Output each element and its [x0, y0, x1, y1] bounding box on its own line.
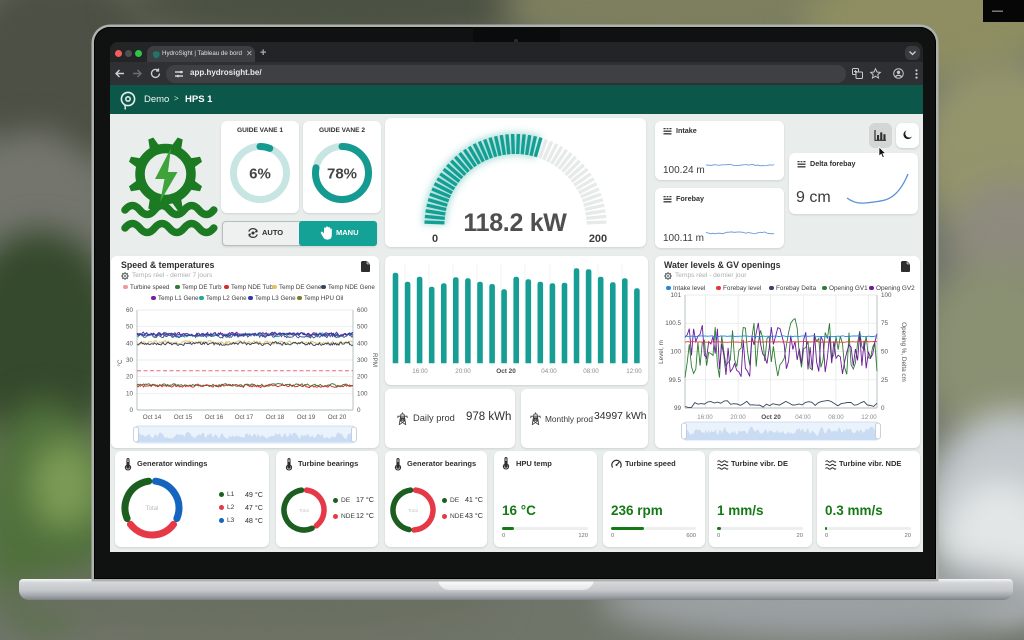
svg-text:200: 200	[589, 233, 607, 245]
svg-text:75: 75	[881, 320, 889, 327]
svg-text:99: 99	[674, 405, 682, 412]
svg-text:50: 50	[126, 324, 134, 331]
svg-text:Oct 20: Oct 20	[761, 414, 781, 421]
svg-text:78%: 78%	[327, 166, 357, 183]
svg-text:Total: Total	[299, 508, 309, 513]
svg-text:Oct 20: Oct 20	[496, 368, 516, 375]
svg-text:20:00: 20:00	[730, 414, 746, 421]
svg-text:12:00: 12:00	[626, 368, 642, 375]
svg-text:99.5: 99.5	[669, 377, 682, 384]
svg-text:100: 100	[881, 292, 892, 299]
svg-text:08:00: 08:00	[583, 368, 599, 375]
svg-text:100.5: 100.5	[665, 320, 681, 327]
svg-text:50: 50	[881, 349, 889, 356]
svg-text:500: 500	[357, 324, 368, 331]
svg-text:25: 25	[881, 377, 889, 384]
svg-text:Oct 17: Oct 17	[235, 414, 254, 421]
svg-text:20:00: 20:00	[455, 368, 471, 375]
svg-text:300: 300	[357, 357, 368, 364]
svg-text:101: 101	[670, 292, 681, 299]
svg-text:Oct 14: Oct 14	[143, 414, 162, 421]
svg-text:400: 400	[357, 340, 368, 347]
svg-text:6%: 6%	[249, 166, 271, 183]
svg-text:60: 60	[126, 307, 134, 314]
svg-text:10: 10	[126, 390, 134, 397]
svg-text:Opening %, Delta cm: Opening %, Delta cm	[900, 322, 907, 382]
svg-text:RPM: RPM	[371, 353, 378, 367]
svg-text:0: 0	[432, 233, 438, 245]
svg-text:100: 100	[357, 390, 368, 397]
svg-text:16:00: 16:00	[697, 414, 713, 421]
svg-text:20: 20	[126, 374, 134, 381]
svg-text:08:00: 08:00	[828, 414, 844, 421]
svg-text:100: 100	[670, 349, 681, 356]
svg-text:Total: Total	[146, 506, 159, 512]
svg-text:04:00: 04:00	[541, 368, 557, 375]
svg-text:°C: °C	[116, 359, 124, 367]
svg-text:0: 0	[881, 405, 885, 412]
svg-text:04:00: 04:00	[795, 414, 811, 421]
svg-text:30: 30	[126, 357, 134, 364]
svg-text:118.2 kW: 118.2 kW	[463, 209, 567, 237]
svg-text:0: 0	[357, 407, 361, 414]
svg-text:16:00: 16:00	[412, 368, 428, 375]
svg-text:Level, m: Level, m	[658, 340, 665, 364]
svg-text:Total: Total	[408, 508, 418, 513]
svg-text:40: 40	[126, 340, 134, 347]
svg-text:Oct 15: Oct 15	[174, 414, 193, 421]
svg-text:600: 600	[357, 307, 368, 314]
svg-text:Oct 16: Oct 16	[205, 414, 224, 421]
svg-text:Oct 20: Oct 20	[328, 414, 347, 421]
svg-text:Oct 18: Oct 18	[266, 414, 285, 421]
svg-text:Oct 19: Oct 19	[297, 414, 316, 421]
svg-text:0: 0	[129, 407, 133, 414]
svg-text:12:00: 12:00	[861, 414, 877, 421]
svg-text:200: 200	[357, 374, 368, 381]
